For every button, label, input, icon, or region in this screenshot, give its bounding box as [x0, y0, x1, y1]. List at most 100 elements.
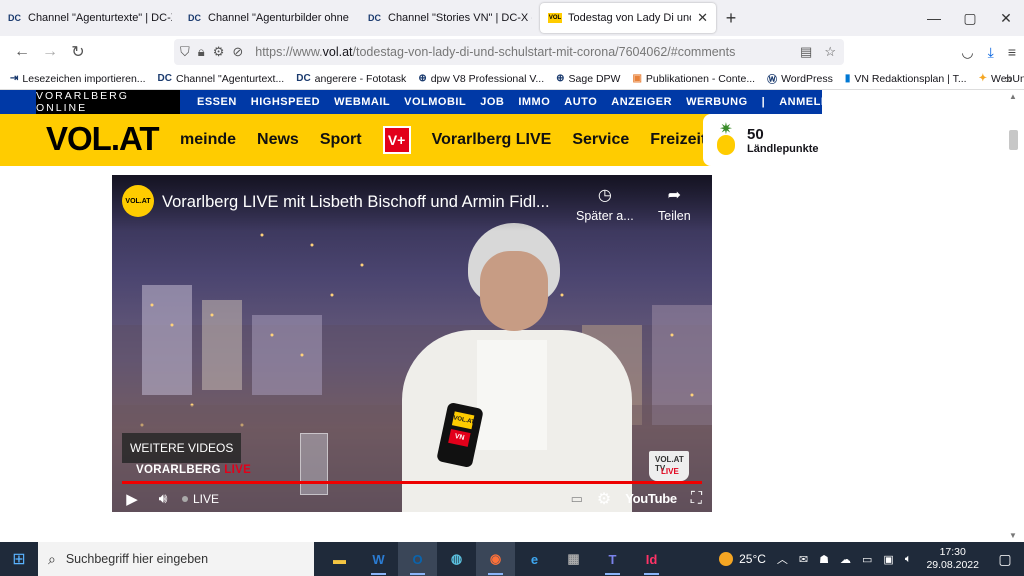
tab-close-icon[interactable]: ✕ [697, 10, 708, 26]
dcx-icon: DC [296, 73, 311, 84]
notification-icon[interactable]: ▢ [990, 551, 1020, 568]
bookmark-item[interactable]: ✦WebUntis [979, 73, 1024, 85]
reload-button[interactable]: ↻ [64, 38, 92, 66]
youtube-logo[interactable]: YouTube [625, 491, 677, 506]
site-logo[interactable]: VOL.AT [46, 120, 160, 158]
points-widget[interactable]: ✷ 50 Ländlepunkte [703, 114, 823, 166]
calculator-icon[interactable]: ▦ [554, 542, 593, 576]
tab-agenturbilder[interactable]: DC Channel "Agenturbilder ohne Spo [180, 0, 360, 36]
bookmark-item[interactable]: Ⓦ WordPress [767, 71, 833, 87]
url-text[interactable]: https://www.vol.at/todestag-von-lady-di-… [255, 45, 735, 59]
shield-icon[interactable]: ⛉ [180, 44, 190, 60]
login-link[interactable]: ANMELDEN [772, 96, 852, 108]
speaker-icon[interactable]: 🔈︎ [905, 553, 912, 566]
weather-widget[interactable]: 25°C [719, 552, 766, 566]
indesign-icon[interactable]: Id [632, 542, 671, 576]
autoplay-blocked-icon[interactable]: ⊘ [232, 44, 243, 60]
bookmark-item[interactable]: ⊕ dpw V8 Professional V... [418, 73, 544, 85]
dcx-favicon-icon: DC [368, 13, 381, 23]
tab-stories-vn[interactable]: DC Channel "Stories VN" | DC-X - 2.3.4 [360, 0, 540, 36]
volume-icon[interactable]: 🔊︎ [150, 490, 176, 507]
live-badge[interactable]: LIVE [182, 492, 219, 506]
progress-bar[interactable] [122, 481, 702, 484]
nav-item-sport[interactable]: Sport [320, 131, 362, 149]
bookmark-item[interactable]: ▮ VN Redaktionsplan | T... [845, 73, 967, 85]
import-icon: ⇥ [10, 73, 19, 84]
channel-logo[interactable]: VOL.AT [122, 185, 154, 217]
more-videos-button[interactable]: WEITERE VIDEOS [122, 433, 242, 463]
nav-item-service[interactable]: Service [572, 131, 629, 149]
share-icon: ➦ [667, 187, 682, 204]
bookmark-item[interactable]: DC angerere - Fototask [296, 73, 406, 85]
windows-start-icon[interactable]: ⊞ [0, 542, 38, 576]
bookmark-star-icon[interactable]: ☆ [824, 44, 836, 60]
reader-view-icon[interactable]: ▤ [800, 44, 812, 60]
drive-icon[interactable]: ▭ [862, 553, 872, 566]
top-link[interactable]: ESSEN [190, 96, 244, 108]
bookmark-item[interactable]: DC Channel "Agenturtext... [158, 73, 285, 85]
settings-gear-icon[interactable]: ⚙ [597, 489, 611, 509]
fullscreen-icon[interactable]: ⛶ [691, 490, 702, 508]
video-player[interactable]: VOL.AT VN VOL.AT TV LIVE VOL.AT Vorarlbe… [112, 175, 712, 512]
top-link[interactable]: WEBMAIL [327, 96, 397, 108]
bookmark-item[interactable]: ▣ Publikationen - Conte... [632, 73, 755, 85]
clock[interactable]: 17:30 29.08.2022 [926, 546, 979, 572]
nav-item-vorarlberg-live[interactable]: Vorarlberg LIVE [432, 131, 552, 149]
lock-icon[interactable]: 🔒︎ [198, 44, 205, 60]
permissions-icon[interactable]: ⚙ [213, 44, 225, 60]
window-close-button[interactable]: ✕ [988, 0, 1024, 36]
watch-later-button[interactable]: ◷ Später a... [576, 185, 634, 223]
tab-label: Todestag von Lady Di und Schu [568, 12, 691, 24]
scroll-thumb[interactable] [1009, 130, 1018, 150]
outlook-icon[interactable]: O [398, 542, 437, 576]
word-icon[interactable]: W [359, 542, 398, 576]
bookmarks-toolbar: ⇥ Lesezeichen importieren... DC Channel "A… [0, 68, 1024, 90]
scroll-up-icon[interactable]: ▲ [1009, 92, 1017, 101]
top-link[interactable]: ANZEIGER [604, 96, 679, 108]
top-link[interactable]: JOB [473, 96, 511, 108]
teams-icon[interactable]: T [593, 542, 632, 576]
page-scrollbar[interactable]: ▲ ▼ [1004, 90, 1024, 542]
bookmarks-overflow-icon[interactable]: » [1005, 72, 1012, 86]
tab-vol-active[interactable]: VOL Todestag von Lady Di und Schu ✕ [540, 3, 716, 33]
scroll-down-icon[interactable]: ▼ [1009, 531, 1017, 540]
brand-strip[interactable]: VORARLBERG ONLINE [36, 90, 180, 114]
chevron-up-icon[interactable]: ︿ [777, 551, 788, 567]
bookmark-item[interactable]: ⊕ Sage DPW [556, 73, 620, 85]
window-maximize-button[interactable]: ▢ [952, 0, 988, 36]
nav-item-news[interactable]: News [257, 131, 299, 149]
bookmark-item[interactable]: ⇥ Lesezeichen importieren... [10, 73, 146, 85]
file-explorer-icon[interactable]: ▬ [320, 542, 359, 576]
new-tab-button[interactable]: + [716, 0, 746, 36]
top-link[interactable]: WERBUNG [679, 96, 755, 108]
nav-item-freizeit[interactable]: Freizeit [650, 131, 706, 149]
search-icon: ⌕ [48, 550, 56, 567]
firefox-icon[interactable]: ◉ [476, 542, 515, 576]
top-link[interactable]: HIGHSPEED [244, 96, 327, 108]
edge-icon[interactable]: e [515, 542, 554, 576]
play-icon[interactable]: ▶ [114, 490, 150, 508]
network-icon[interactable]: ▣ [883, 553, 893, 566]
forward-button[interactable]: → [36, 38, 64, 66]
top-link[interactable]: VOLMOBIL [397, 96, 473, 108]
taskbar-search[interactable]: ⌕ Suchbegriff hier eingeben [38, 542, 314, 576]
top-link[interactable]: AUTO [557, 96, 604, 108]
subtitles-icon[interactable]: ▭ [571, 491, 583, 507]
top-link[interactable]: IMMO [511, 96, 557, 108]
menu-icon[interactable]: ≡ [1008, 44, 1016, 60]
back-button[interactable]: ← [8, 38, 36, 66]
nav-item-gemeinde[interactable]: meinde [180, 131, 236, 149]
mail-icon[interactable]: ✉ [799, 553, 808, 566]
teams-tray-icon[interactable]: ☗ [819, 553, 829, 566]
onedrive-icon[interactable]: ☁ [840, 553, 851, 566]
video-title[interactable]: Vorarlberg LIVE mit Lisbeth Bischoff und… [162, 193, 550, 212]
window-minimize-button[interactable]: — [916, 0, 952, 36]
downloads-icon[interactable]: ⤓ [988, 44, 994, 61]
address-bar[interactable]: ⛉ 🔒︎ ⚙ ⊘ https://www.vol.at/todestag-von… [174, 39, 844, 65]
tab-agenturtexte[interactable]: DC Channel "Agenturtexte" | DC-X - 2 [0, 0, 180, 36]
pocket-icon[interactable]: ◡ [961, 44, 973, 61]
globe-app-icon[interactable]: ◍ [437, 542, 476, 576]
pineapple-icon: ✷ [715, 122, 737, 157]
nav-item-vplus[interactable]: V+ [382, 126, 411, 154]
share-button[interactable]: ➦ Teilen [658, 185, 691, 223]
